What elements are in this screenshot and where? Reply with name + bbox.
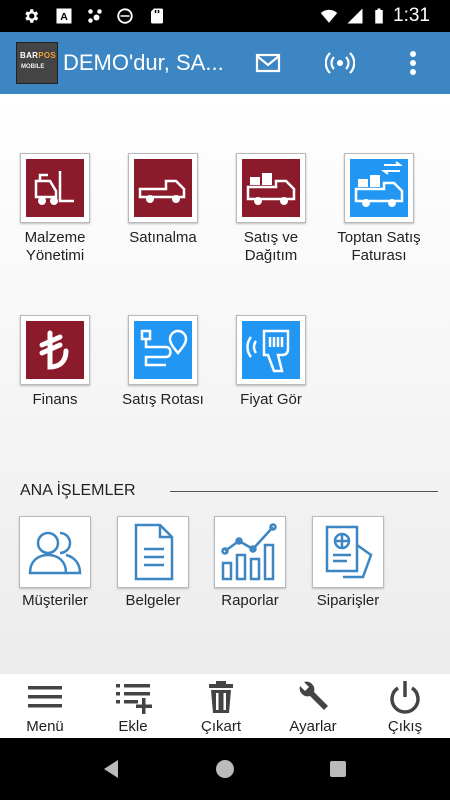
module-finans[interactable]: Finans (5, 315, 105, 409)
module-satis-ve-dagitim[interactable]: Satış ve Dağıtım (221, 153, 321, 265)
module-label: Finans (32, 391, 78, 408)
bottom-toolbar: Menü Ekle Çıkart Ayarlar Çıkış (0, 674, 450, 738)
text-a-icon: A (56, 8, 72, 24)
section-header: ANA İŞLEMLER (20, 482, 438, 502)
svg-text:A: A (60, 11, 68, 23)
sync-disabled-icon (117, 8, 133, 24)
reports-icon (221, 523, 277, 581)
clock: 1:31 (393, 5, 430, 26)
company-title[interactable]: DEMO'dur, SA... (63, 50, 224, 76)
back-icon[interactable] (100, 757, 124, 781)
status-bar: A 1:31 (0, 0, 450, 32)
battery-icon (375, 8, 383, 24)
module-label: Satınalma (129, 229, 197, 246)
recents-icon[interactable] (326, 757, 350, 781)
action-label: Raporlar (221, 592, 279, 609)
exit-label: Çıkış (387, 718, 423, 735)
app-bar: BARPOS MOBILE DEMO'dur, SA... (0, 32, 450, 94)
module-fiyat-gor[interactable]: Fiyat Gör (221, 315, 321, 409)
module-label: Malzeme Yönetimi (24, 229, 86, 264)
barcode-scanner-icon (242, 321, 300, 379)
settings-label: Ayarlar (289, 718, 337, 735)
action-belgeler[interactable]: Belgeler (103, 516, 203, 609)
menu-button[interactable]: Menü (0, 674, 90, 738)
power-icon (390, 681, 420, 714)
trash-icon (209, 681, 233, 713)
wholesale-truck-icon (350, 159, 408, 217)
network-dots-icon (88, 9, 102, 23)
add-label: Ekle (118, 718, 148, 735)
module-label: Satış Rotası (122, 391, 204, 408)
section-divider (170, 491, 438, 492)
system-nav-bar (0, 738, 450, 800)
remove-label: Çıkart (200, 718, 241, 735)
section-title: ANA İŞLEMLER (20, 482, 136, 499)
forklift-icon (26, 159, 84, 217)
mail-icon[interactable] (253, 48, 283, 78)
pickup-truck-icon (134, 159, 192, 217)
action-siparisler[interactable]: Siparişler (298, 516, 398, 609)
broadcast-icon[interactable] (325, 48, 355, 78)
sd-card-icon (151, 8, 163, 24)
settings-button[interactable]: Ayarlar (268, 674, 358, 738)
overflow-menu-icon[interactable] (398, 48, 428, 78)
orders-icon (325, 525, 373, 579)
menu-label: Menü (26, 718, 64, 735)
action-musteriler[interactable]: Müşteriler (5, 516, 105, 609)
module-satis-rotasi[interactable]: Satış Rotası (113, 315, 213, 409)
module-label: Toptan Satış Faturası (337, 229, 421, 264)
route-icon (134, 321, 192, 379)
home-icon[interactable] (213, 757, 237, 781)
wifi-icon (320, 9, 338, 23)
module-label: Satış ve Dağıtım (243, 229, 299, 264)
module-satinalma[interactable]: Satınalma (113, 153, 213, 247)
module-malzeme-yonetimi[interactable]: Malzeme Yönetimi (5, 153, 105, 265)
wrench-icon (299, 681, 328, 710)
action-raporlar[interactable]: Raporlar (200, 516, 300, 609)
action-label: Müşteriler (22, 592, 88, 609)
delivery-truck-icon (242, 159, 300, 217)
remove-button[interactable]: Çıkart (176, 674, 266, 738)
list-add-icon (116, 684, 152, 714)
settings-gear-icon (25, 9, 39, 23)
action-label: Belgeler (125, 592, 181, 609)
app-logo: BARPOS MOBILE (16, 42, 58, 84)
customers-icon (28, 531, 82, 575)
hamburger-menu-icon (28, 686, 62, 708)
add-button[interactable]: Ekle (88, 674, 178, 738)
module-toptan-satis-faturasi[interactable]: Toptan Satış Faturası (329, 153, 429, 265)
lira-icon (26, 321, 84, 379)
module-label: Fiyat Gör (240, 391, 302, 408)
signal-icon (347, 8, 363, 24)
documents-icon (134, 523, 174, 581)
action-label: Siparişler (316, 592, 380, 609)
exit-button[interactable]: Çıkış (360, 674, 450, 738)
